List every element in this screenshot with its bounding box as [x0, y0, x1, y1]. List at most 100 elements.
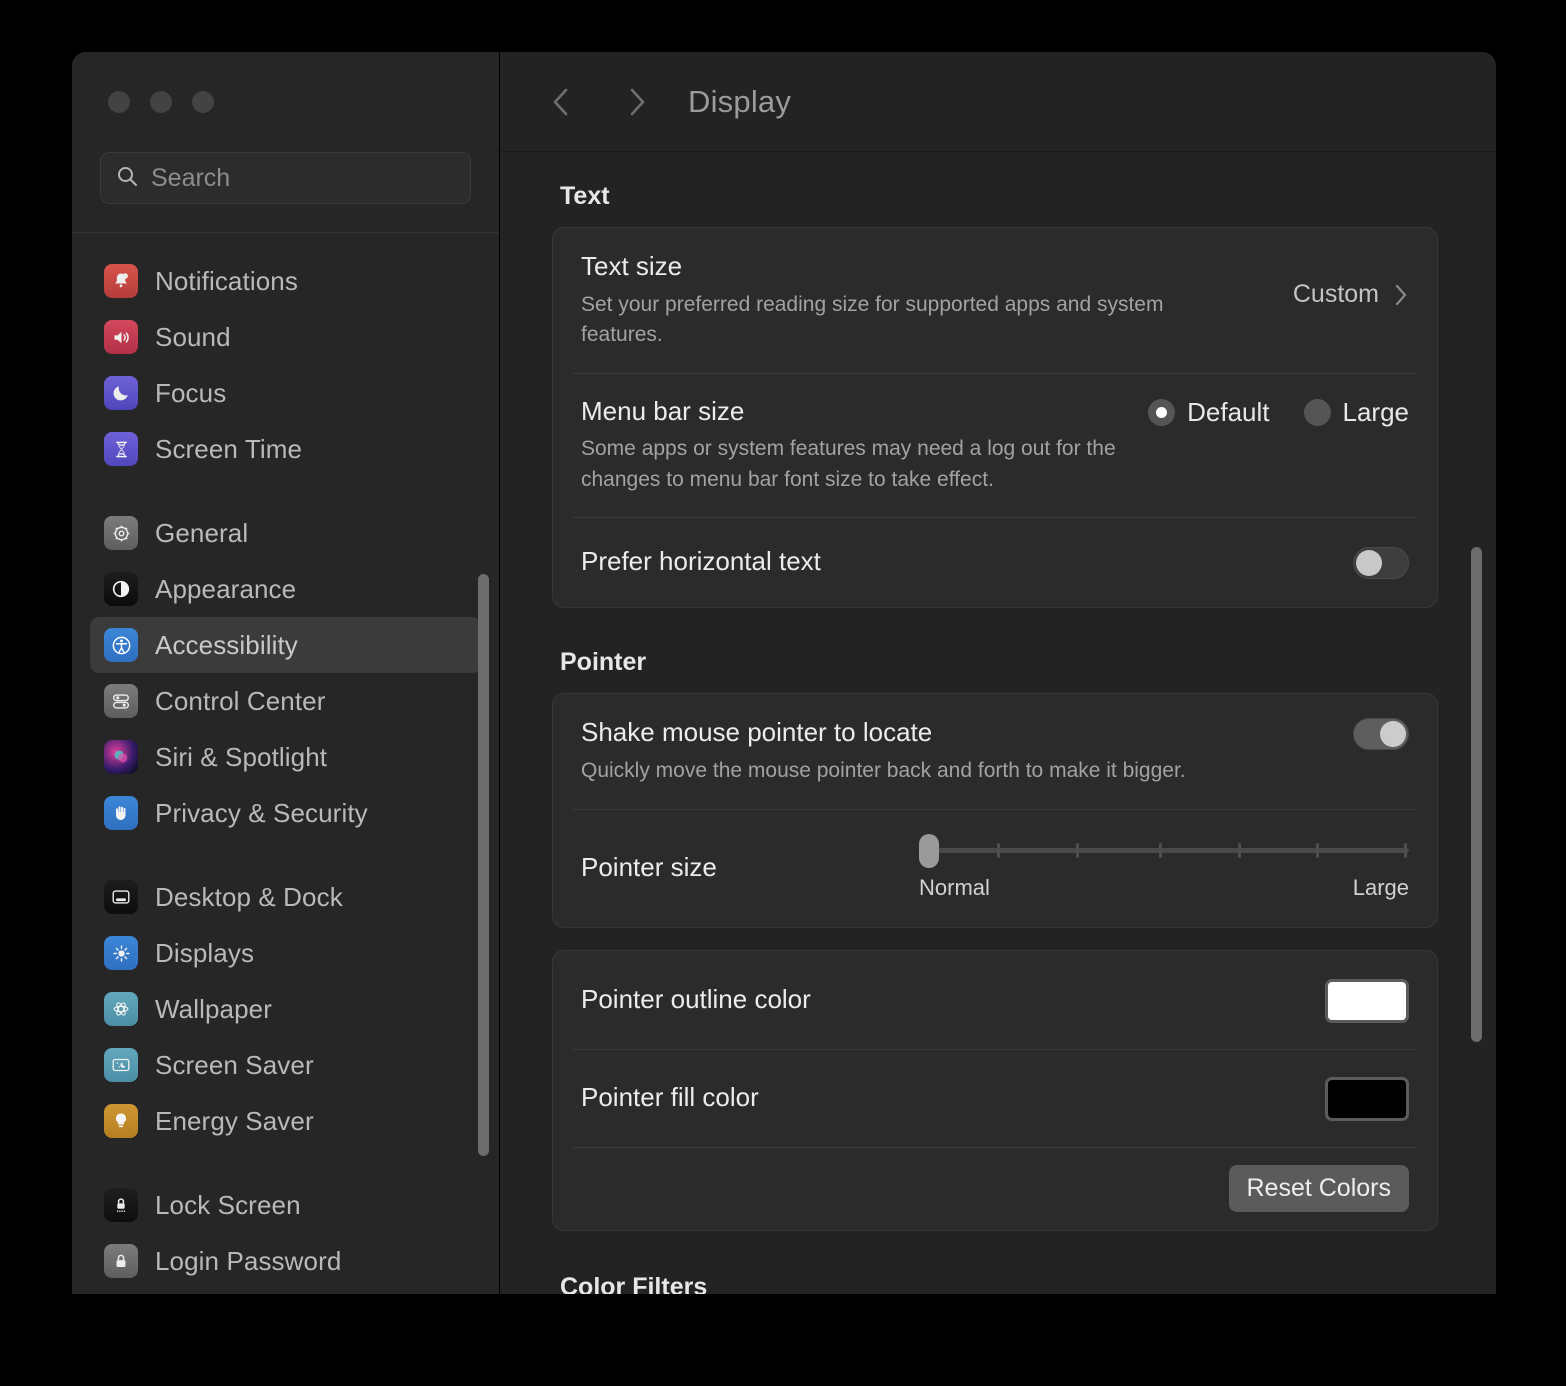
sidebar-nav-list: Notifications Sound Focus Screen Time Ge…	[72, 233, 499, 1294]
sidebar-item-appearance[interactable]: Appearance	[90, 561, 481, 617]
menu-bar-size-radio-group: Default Large	[1148, 397, 1409, 428]
text-size-value: Custom	[1292, 280, 1379, 308]
sidebar-item-sound[interactable]: Sound	[90, 309, 481, 365]
toggle-knob	[1380, 721, 1406, 748]
search-container	[72, 152, 499, 232]
reset-colors-row: Reset Colors	[553, 1146, 1437, 1230]
sidebar-group-separator	[72, 1149, 499, 1177]
energy-saver-icon	[104, 1104, 138, 1138]
sidebar-group-separator	[72, 841, 499, 869]
page-title: Display	[688, 83, 792, 119]
sidebar-item-control-center[interactable]: Control Center	[90, 673, 481, 729]
slider-tick	[1404, 842, 1408, 858]
search-icon	[115, 164, 139, 193]
control-center-icon	[104, 684, 138, 718]
pointer-fill-color-row: Pointer fill color	[553, 1048, 1437, 1147]
pointer-outline-color-row: Pointer outline color	[553, 951, 1437, 1049]
siri-icon	[104, 740, 138, 774]
wallpaper-icon	[104, 992, 138, 1026]
menu-bar-size-description: Some apps or system features may need a …	[581, 437, 1116, 491]
radio-dot-selected	[1148, 398, 1176, 426]
sidebar-item-notifications[interactable]: Notifications	[90, 253, 481, 309]
sidebar-item-screen-saver[interactable]: Screen Saver	[90, 1037, 481, 1093]
sidebar-item-accessibility[interactable]: Accessibility	[90, 617, 481, 673]
sidebar-item-screen-time[interactable]: Screen Time	[90, 421, 481, 477]
sidebar-item-label: Lock Screen	[155, 1189, 301, 1220]
sidebar-item-general[interactable]: General	[90, 505, 481, 561]
sidebar-item-energy-saver[interactable]: Energy Saver	[90, 1093, 481, 1149]
sidebar-item-wallpaper[interactable]: Wallpaper	[90, 981, 481, 1037]
sidebar-item-lock-screen[interactable]: Lock Screen	[90, 1177, 481, 1233]
pointer-size-slider[interactable]: Normal Large	[919, 833, 1409, 901]
text-settings-card: Text size Set your preferred reading siz…	[552, 227, 1438, 609]
pointer-fill-color-swatch[interactable]	[1325, 1076, 1409, 1121]
sidebar-item-focus[interactable]: Focus	[90, 365, 481, 421]
sidebar-item-label: Login Password	[155, 1245, 342, 1276]
sidebar-group-3: Desktop & Dock Displays Wallpaper Screen…	[72, 869, 499, 1149]
section-heading-text: Text	[560, 182, 610, 210]
pointer-fill-color-label: Pointer fill color	[581, 1081, 759, 1112]
sidebar-item-displays[interactable]: Displays	[90, 925, 481, 981]
forward-button[interactable]	[612, 78, 660, 126]
radio-option-large[interactable]: Large	[1303, 396, 1410, 428]
privacy-icon	[104, 796, 138, 830]
search-field[interactable]	[100, 152, 471, 204]
minimize-button[interactable]	[150, 91, 172, 113]
back-button[interactable]	[538, 78, 586, 126]
chevron-right-icon	[1393, 282, 1409, 308]
login-password-icon	[104, 1244, 138, 1278]
sidebar-item-label: Energy Saver	[155, 1105, 314, 1136]
shake-pointer-description: Quickly move the mouse pointer back and …	[581, 759, 1186, 783]
radio-label: Large	[1342, 396, 1410, 427]
pointer-size-label: Pointer size	[581, 851, 717, 882]
displays-icon	[104, 936, 138, 970]
sidebar-item-desktop-dock[interactable]: Desktop & Dock	[90, 869, 481, 925]
slider-max-label: Large	[1352, 874, 1409, 900]
prefer-horizontal-text-toggle[interactable]	[1353, 547, 1409, 580]
slider-track[interactable]	[919, 833, 1409, 868]
radio-option-default[interactable]: Default	[1148, 396, 1270, 428]
pointer-outline-color-swatch[interactable]	[1325, 978, 1409, 1023]
text-size-row[interactable]: Text size Set your preferred reading siz…	[553, 228, 1437, 373]
slider-tick	[1315, 842, 1319, 858]
slider-min-label: Normal	[919, 874, 990, 900]
accessibility-icon	[104, 628, 138, 662]
slider-knob[interactable]	[919, 833, 939, 868]
prefer-horizontal-text-row: Prefer horizontal text	[553, 517, 1437, 607]
window-controls	[72, 52, 499, 152]
sidebar-group-4: Lock Screen Login Password	[72, 1177, 499, 1289]
reset-colors-button[interactable]: Reset Colors	[1228, 1164, 1409, 1212]
close-button[interactable]	[108, 91, 130, 113]
sidebar-item-label: Sound	[155, 321, 231, 352]
search-input[interactable]	[151, 163, 456, 193]
screen-saver-icon	[104, 1048, 138, 1082]
slider-tick	[997, 842, 1001, 858]
sidebar-item-label: Notifications	[155, 265, 298, 296]
shake-pointer-toggle[interactable]	[1353, 718, 1409, 751]
section-heading-color-filters: Color Filters	[560, 1272, 708, 1294]
main-scrollbar[interactable]	[1471, 547, 1482, 1042]
sound-icon	[104, 320, 138, 354]
menu-bar-size-label: Menu bar size	[581, 395, 745, 426]
maximize-button[interactable]	[192, 91, 214, 113]
sidebar-item-login-password[interactable]: Login Password	[90, 1233, 481, 1289]
sidebar: Notifications Sound	[72, 52, 500, 1294]
sidebar-item-label: Privacy & Security	[155, 797, 368, 828]
slider-tick	[1075, 842, 1079, 858]
pointer-outline-color-label: Pointer outline color	[581, 983, 811, 1014]
sidebar-scrollbar[interactable]	[478, 574, 489, 1156]
shake-pointer-label: Shake mouse pointer to locate	[581, 717, 933, 748]
shake-pointer-row: Shake mouse pointer to locate Quickly mo…	[553, 694, 1437, 808]
sidebar-item-privacy-security[interactable]: Privacy & Security	[90, 785, 481, 841]
slider-tick	[1237, 842, 1241, 858]
sidebar-item-label: Accessibility	[155, 629, 298, 660]
sidebar-group-separator	[72, 477, 499, 505]
pointer-size-row: Pointer size Normal Large	[553, 808, 1437, 927]
settings-scroll-area: Text Text size Set your preferred readin…	[500, 152, 1496, 1294]
pointer-settings-card: Shake mouse pointer to locate Quickly mo…	[552, 693, 1438, 928]
general-icon	[104, 516, 138, 550]
section-heading-pointer: Pointer	[560, 648, 647, 677]
sidebar-item-label: Siri & Spotlight	[155, 741, 328, 772]
sidebar-item-siri-spotlight[interactable]: Siri & Spotlight	[90, 729, 481, 785]
radio-label: Default	[1187, 396, 1270, 427]
